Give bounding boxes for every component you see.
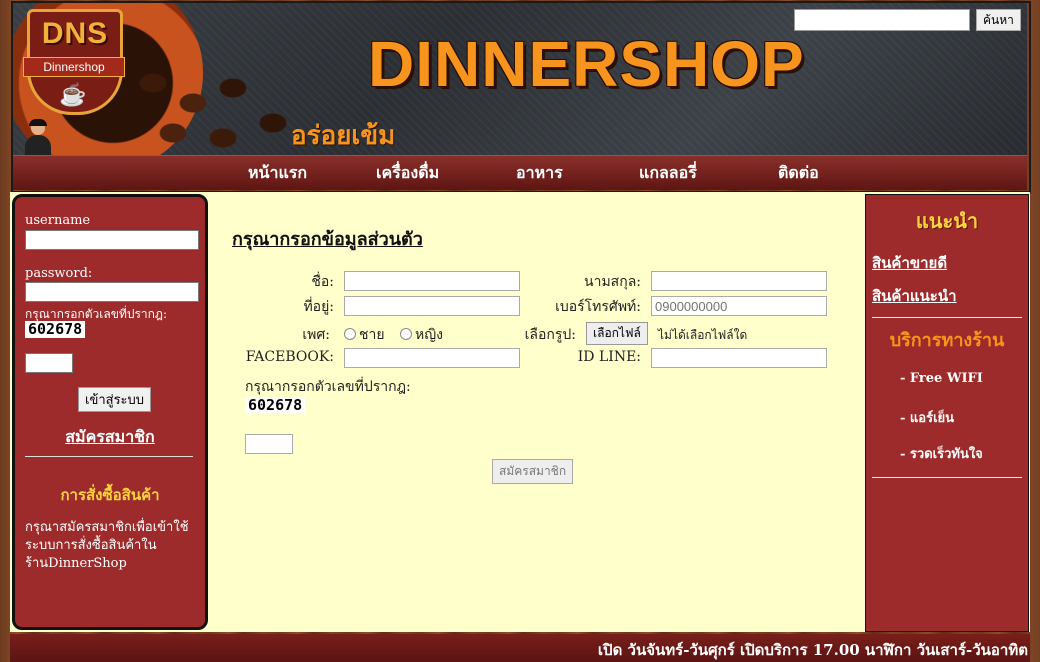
address-label: ที่อยู่:	[303, 299, 334, 315]
content-area: username password: กรุณากรอกตัวเลขที่ปรา…	[10, 192, 1030, 632]
nav-item-food[interactable]: อาหาร	[516, 161, 563, 186]
nav-item-home[interactable]: หน้าแรก	[248, 161, 307, 186]
registration-form: กรุณากรอกข้อมูลส่วนตัว ชื่อ: นามสกุล: ที…	[232, 192, 862, 632]
facebook-input[interactable]	[344, 348, 520, 368]
coffee-beans-image	[133, 63, 293, 155]
login-button[interactable]: เข้าสู่ระบบ	[78, 387, 152, 412]
form-captcha-code: 602678	[245, 397, 306, 414]
password-input[interactable]	[25, 282, 199, 302]
username-input[interactable]	[25, 230, 199, 250]
phone-input[interactable]	[651, 296, 827, 316]
opening-hours-marquee: เปิด วันจันทร์-วันศุกร์ เปิดบริการ 17.00…	[597, 641, 1028, 659]
recommend-heading: แนะนำ	[915, 209, 979, 233]
name-input[interactable]	[344, 271, 520, 291]
search-input[interactable]	[794, 9, 970, 31]
order-info-text: กรุณาสมัครสมาชิกเพื่อเข้าใช้ระบบการสั่งซ…	[25, 520, 189, 571]
register-submit-button[interactable]: สมัครสมาชิก	[492, 459, 574, 484]
gender-male-option[interactable]: ชาย	[344, 324, 385, 346]
form-captcha-input[interactable]	[245, 434, 293, 454]
recommended-link[interactable]: สินค้าแนะนำ	[872, 284, 957, 308]
search-button[interactable]: ค้นหา	[976, 9, 1021, 31]
nav-item-drinks[interactable]: เครื่องดื่ม	[376, 161, 439, 186]
nav-item-gallery[interactable]: แกลลอรี่	[639, 161, 697, 186]
order-heading: การสั่งซื้อสินค้า	[60, 486, 160, 504]
line-label: ID LINE:	[577, 349, 641, 365]
site-header: DNS Dinnershop ☕ DINNERSHOP อร่อยเข้ม ค้…	[13, 3, 1027, 155]
best-seller-link[interactable]: สินค้าขายดี	[872, 251, 947, 275]
radio-icon[interactable]	[344, 328, 356, 340]
slogan: อร่อยเข้ม	[291, 121, 396, 151]
service-heading: บริการทางร้าน	[889, 330, 1005, 351]
login-panel: username password: กรุณากรอกตัวเลขที่ปรา…	[12, 194, 208, 630]
brand-title: DINNERSHOP	[368, 28, 805, 100]
captcha-input[interactable]	[25, 353, 73, 373]
service-item: - แอร์เย็น	[900, 411, 955, 426]
coffee-mug-icon: ☕	[59, 83, 87, 108]
address-input[interactable]	[344, 296, 520, 316]
main-nav: หน้าแรก เครื่องดื่ม อาหาร แกลลอรี่ ติดต่…	[13, 155, 1027, 190]
photo-label: เลือกรูป:	[524, 327, 576, 343]
radio-icon[interactable]	[400, 328, 412, 340]
name-label: ชื่อ:	[311, 274, 334, 290]
captcha-code: 602678	[25, 321, 86, 338]
surname-input[interactable]	[651, 271, 827, 291]
form-title: กรุณากรอกข้อมูลส่วนตัว	[232, 229, 423, 250]
service-item: - Free WIFI	[900, 371, 983, 386]
nav-item-contact[interactable]: ติดต่อ	[778, 161, 819, 186]
gender-label: เพศ:	[302, 327, 330, 343]
logo-text: DNS	[41, 17, 109, 50]
footer: เปิด วันจันทร์-วันศุกร์ เปิดบริการ 17.00…	[10, 634, 1030, 662]
divider	[872, 477, 1022, 478]
service-item: - รวดเร็วทันใจ	[900, 447, 983, 462]
register-link[interactable]: สมัครสมาชิก	[15, 425, 205, 450]
site-logo[interactable]: DNS Dinnershop ☕	[23, 9, 125, 119]
file-status: ไม่ได้เลือกไฟล์ใด	[658, 328, 748, 342]
username-label: username	[25, 213, 91, 228]
person-icon	[25, 119, 51, 155]
phone-label: เบอร์โทรศัพท์:	[555, 299, 641, 315]
divider	[25, 456, 193, 457]
line-input[interactable]	[651, 348, 827, 368]
choose-file-button[interactable]: เลือกไฟล์	[586, 322, 648, 345]
divider	[872, 317, 1022, 318]
facebook-label: FACEBOOK:	[245, 349, 334, 365]
form-captcha-label: กรุณากรอกตัวเลขที่ปรากฎ:	[245, 379, 411, 395]
gender-female-option[interactable]: หญิง	[400, 324, 443, 346]
password-label: password:	[25, 266, 93, 281]
surname-label: นามสกุล:	[584, 274, 641, 290]
recommend-panel: แนะนำ สินค้าขายดี สินค้าแนะนำ บริการทางร…	[865, 194, 1029, 632]
logo-ribbon: Dinnershop	[23, 57, 125, 77]
page-frame: DNS Dinnershop ☕ DINNERSHOP อร่อยเข้ม ค้…	[10, 0, 1031, 662]
search-bar: ค้นหา	[794, 9, 1021, 31]
